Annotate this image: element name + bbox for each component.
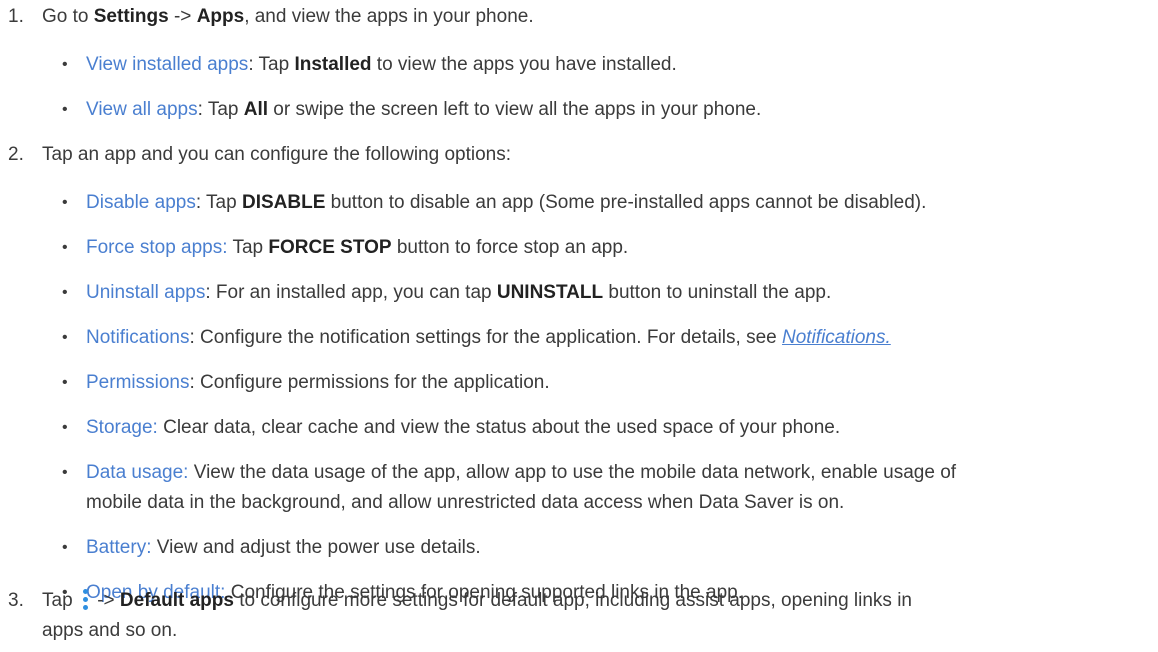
bullet-lead: Force stop apps:	[86, 237, 228, 258]
list-item: • Data usage: View the data usage of the…	[58, 458, 1148, 518]
step-text: Go to	[42, 6, 94, 27]
step-1: 1. Go to Settings -> Apps, and view the a…	[8, 2, 1148, 32]
list-item: • Uninstall apps: For an installed app, …	[58, 278, 1148, 308]
bullet-text: Tap	[227, 237, 269, 258]
bullet-lead: View installed apps	[86, 54, 249, 75]
arrow-text: ->	[168, 6, 197, 27]
bullet-icon: •	[62, 419, 68, 436]
step-text: to configure more settings for default a…	[233, 590, 912, 611]
bullet-icon: •	[62, 374, 68, 391]
bullet-icon: •	[62, 329, 68, 346]
bullet-lead: View all apps	[86, 99, 198, 120]
bullet-icon: •	[62, 284, 68, 301]
bullet-text: View and adjust the power use details.	[151, 537, 481, 558]
bullet-text: : Tap	[248, 54, 295, 75]
all-term: All	[243, 99, 269, 120]
bullet-text: : Configure permissions for the applicat…	[189, 372, 550, 393]
bullet-icon: •	[62, 539, 68, 556]
installed-term: Installed	[294, 54, 372, 75]
bullet-lead: Battery:	[86, 537, 152, 558]
bullet-icon: •	[62, 239, 68, 256]
bullet-text: to view the apps you have installed.	[371, 54, 677, 75]
bullet-lead: Storage:	[86, 417, 158, 438]
list-item: • Battery: View and adjust the power use…	[58, 533, 1148, 563]
document-page: 1. Go to Settings -> Apps, and view the a…	[0, 0, 1158, 652]
bullet-text: or swipe the screen left to view all the…	[268, 99, 762, 120]
bullet-icon: •	[62, 464, 68, 481]
step-number: 1.	[8, 6, 24, 27]
apps-term: Apps	[196, 6, 245, 27]
notifications-link[interactable]: Notifications.	[782, 327, 891, 348]
bullet-text: : Tap	[195, 192, 242, 213]
bullet-text: : Configure the notification settings fo…	[189, 327, 782, 348]
bullet-text: : For an installed app, you can tap	[205, 282, 497, 303]
list-item: • Permissions: Configure permissions for…	[58, 368, 1148, 398]
bullet-text: : Tap	[197, 99, 244, 120]
list-item: • Force stop apps: Tap FORCE STOP button…	[58, 233, 1148, 263]
list-item: • View installed apps: Tap Installed to …	[58, 50, 1148, 80]
bullet-text: button to uninstall the app.	[603, 282, 832, 303]
step-text: , and view the apps in your phone.	[244, 6, 534, 27]
step-text: Tap an app and you can configure the fol…	[42, 144, 511, 165]
bullet-text: mobile data in the background, and allow…	[86, 492, 845, 513]
bullet-lead: Disable apps	[86, 192, 196, 213]
list-item: • Notifications: Configure the notificat…	[58, 323, 1148, 353]
bullet-text: Clear data, clear cache and view the sta…	[157, 417, 841, 438]
uninstall-term: UNINSTALL	[496, 282, 604, 303]
list-item: • Storage: Clear data, clear cache and v…	[58, 413, 1148, 443]
step-3: 3. Tap -> Default apps to configure more …	[8, 586, 1148, 616]
bullet-icon: •	[62, 194, 68, 211]
list-item: • Disable apps: Tap DISABLE button to di…	[58, 188, 1148, 218]
arrow-text: ->	[91, 590, 120, 611]
bullet-lead: Uninstall apps	[86, 282, 206, 303]
step-3-continuation: apps and so on.	[42, 616, 1142, 646]
default-apps-term: Default apps	[119, 590, 234, 611]
step-text: Tap	[42, 590, 78, 611]
bullet-lead: Notifications	[86, 327, 190, 348]
bullet-text: button to force stop an app.	[391, 237, 629, 258]
bullet-text: View the data usage of the app, allow ap…	[188, 462, 957, 483]
bullet-lead: Data usage:	[86, 462, 189, 483]
disable-term: DISABLE	[241, 192, 326, 213]
list-item: • View all apps: Tap All or swipe the sc…	[58, 95, 1148, 125]
force-stop-term: FORCE STOP	[268, 237, 392, 258]
bullet-lead: Permissions	[86, 372, 190, 393]
step-text: apps and so on.	[42, 620, 178, 641]
more-vert-icon[interactable]	[80, 588, 90, 610]
step-2: 2. Tap an app and you can configure the f…	[8, 140, 1148, 170]
step-number: 2.	[8, 144, 24, 165]
settings-term: Settings	[93, 6, 169, 27]
step-number: 3.	[8, 590, 24, 611]
bullet-icon: •	[62, 56, 68, 73]
bullet-text: button to disable an app (Some pre-insta…	[325, 192, 927, 213]
bullet-icon: •	[62, 101, 68, 118]
